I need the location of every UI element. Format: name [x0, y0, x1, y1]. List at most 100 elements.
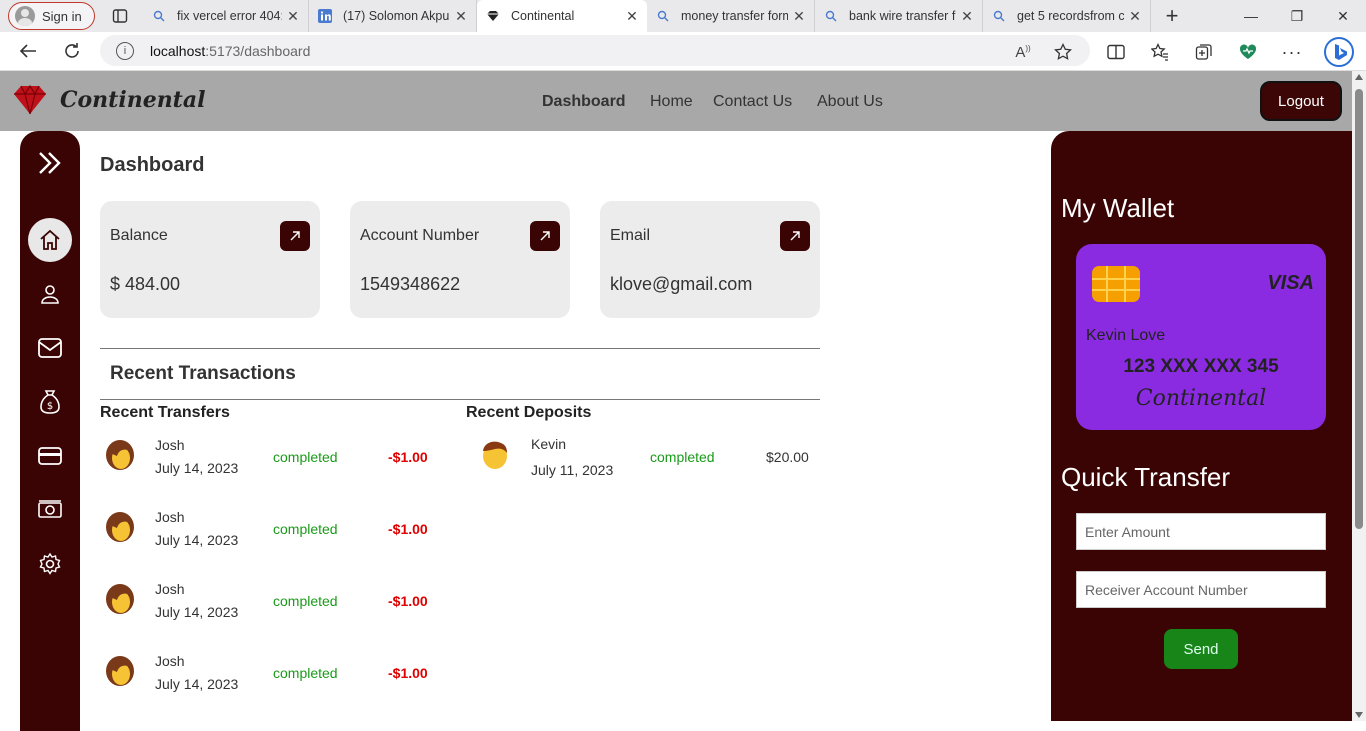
divider — [100, 348, 820, 349]
deposit-name: Kevin — [531, 436, 567, 452]
tab-title: bank wire transfer f — [849, 9, 956, 23]
search-icon — [991, 8, 1007, 24]
wallet-panel: My Wallet VISA Kevin Love 123 XXX XXX 34… — [1051, 131, 1352, 721]
read-aloud-icon[interactable]: A)) — [1008, 37, 1038, 67]
nav-dashboard[interactable]: Dashboard — [542, 93, 626, 111]
tab-3[interactable]: money transfer form ✕ — [647, 0, 815, 32]
card-chip-icon — [1092, 266, 1140, 302]
tab-close-icon[interactable]: ✕ — [792, 8, 806, 25]
amount-input[interactable] — [1076, 513, 1326, 550]
browser-tab-bar: Sign in fix vercel error 404: ✕ (17) Sol… — [0, 0, 1366, 32]
back-icon[interactable] — [11, 34, 45, 68]
search-icon — [151, 8, 167, 24]
scroll-down-icon[interactable] — [1355, 712, 1363, 718]
tab-4[interactable]: bank wire transfer f ✕ — [815, 0, 983, 32]
money-bag-icon[interactable]: $ — [28, 380, 72, 424]
url-field[interactable]: i localhost:5173/dashboard — [100, 35, 1090, 66]
tab-actions-icon[interactable] — [107, 3, 133, 29]
bing-copilot-icon[interactable] — [1322, 35, 1356, 69]
divider — [100, 399, 820, 400]
transfer-row[interactable]: Josh July 14, 2023 completed -$1.00 — [105, 509, 445, 569]
scrollbar-thumb[interactable] — [1355, 89, 1363, 529]
logout-button[interactable]: Logout — [1260, 81, 1342, 121]
profile-avatar-icon — [15, 6, 35, 26]
minimize-icon[interactable]: — — [1228, 0, 1274, 32]
url-path: :5173/dashboard — [205, 42, 311, 59]
nav-about-us[interactable]: About Us — [817, 93, 883, 111]
credit-card-icon[interactable] — [28, 434, 72, 478]
brand-name: Continental — [60, 87, 206, 113]
card-holder: Kevin Love — [1086, 327, 1166, 344]
transfer-amount: -$1.00 — [388, 593, 428, 609]
transfer-name: Josh — [155, 509, 185, 525]
tab-close-icon[interactable]: ✕ — [960, 8, 974, 25]
open-arrow-icon[interactable] — [780, 221, 810, 251]
transfer-status: completed — [273, 665, 338, 681]
open-arrow-icon[interactable] — [530, 221, 560, 251]
tab-2-active[interactable]: Continental ✕ — [477, 0, 647, 32]
page-scrollbar[interactable] — [1352, 71, 1366, 721]
tab-close-icon[interactable]: ✕ — [454, 8, 468, 25]
nav-home[interactable]: Home — [650, 93, 693, 111]
favorites-icon[interactable] — [1145, 37, 1175, 67]
app-header: Continental Dashboard Home Contact Us Ab… — [0, 71, 1352, 131]
deposit-row[interactable]: Kevin July 11, 2023 completed $20.00 — [481, 436, 821, 496]
settings-gear-icon[interactable] — [28, 542, 72, 586]
man-avatar-icon — [483, 441, 507, 469]
nav-contact-us[interactable]: Contact Us — [713, 93, 792, 111]
woman-avatar-icon — [106, 440, 134, 470]
favorite-star-icon[interactable] — [1048, 37, 1078, 67]
tab-0[interactable]: fix vercel error 404: ✕ — [143, 0, 309, 32]
signin-button[interactable]: Sign in — [8, 2, 95, 30]
tab-close-icon[interactable]: ✕ — [625, 8, 639, 25]
card-value: $ 484.00 — [110, 274, 181, 294]
user-icon[interactable] — [28, 272, 72, 316]
split-screen-icon[interactable] — [1101, 37, 1131, 67]
transfer-date: July 14, 2023 — [155, 532, 239, 548]
recent-deposits-title: Recent Deposits — [466, 404, 592, 421]
transfer-amount: -$1.00 — [388, 665, 428, 681]
receiver-account-input[interactable] — [1076, 571, 1326, 608]
tab-5[interactable]: get 5 recordsfrom c ✕ — [983, 0, 1151, 32]
my-wallet-title: My Wallet — [1061, 193, 1175, 223]
card-value: 1549348622 — [360, 274, 461, 294]
browser-essentials-icon[interactable] — [1233, 37, 1263, 67]
tab-close-icon[interactable]: ✕ — [286, 8, 300, 25]
transfer-row[interactable]: Josh July 14, 2023 completed -$1.00 — [105, 437, 445, 497]
transfer-amount: -$1.00 — [388, 521, 428, 537]
card-label: Account Number — [360, 227, 480, 244]
tab-close-icon[interactable]: ✕ — [1128, 8, 1142, 25]
transfer-row[interactable]: Josh July 14, 2023 completed -$1.00 — [105, 581, 445, 641]
expand-sidebar-icon[interactable] — [28, 141, 72, 185]
transfer-status: completed — [273, 593, 338, 609]
transfer-name: Josh — [155, 581, 185, 597]
linkedin-icon — [317, 8, 333, 24]
restore-icon[interactable]: ❐ — [1274, 0, 1320, 32]
transfer-row[interactable]: Josh July 14, 2023 completed -$1.00 — [105, 653, 445, 713]
scroll-up-icon[interactable] — [1355, 74, 1363, 80]
more-menu-icon[interactable]: ··· — [1277, 37, 1307, 67]
tab-title: money transfer form — [681, 9, 788, 23]
close-window-icon[interactable]: ✕ — [1320, 0, 1366, 32]
refresh-icon[interactable] — [55, 34, 89, 68]
search-icon — [823, 8, 839, 24]
card-label: Email — [610, 227, 651, 244]
mail-icon[interactable] — [28, 326, 72, 370]
woman-avatar-icon — [106, 584, 134, 614]
transfer-status: completed — [273, 449, 338, 465]
new-tab-icon[interactable]: + — [1157, 1, 1187, 31]
transfer-date: July 14, 2023 — [155, 676, 239, 692]
site-info-icon[interactable]: i — [116, 41, 134, 60]
cash-icon[interactable] — [28, 488, 72, 532]
open-arrow-icon[interactable] — [280, 221, 310, 251]
search-icon — [655, 8, 671, 24]
send-button[interactable]: Send — [1164, 629, 1238, 669]
address-bar-row: i localhost:5173/dashboard A)) ··· — [0, 32, 1366, 71]
recent-transfers-title: Recent Transfers — [100, 404, 230, 421]
home-icon[interactable] — [28, 218, 72, 262]
transfer-status: completed — [273, 521, 338, 537]
tab-1[interactable]: (17) Solomon Akpu ✕ — [309, 0, 477, 32]
woman-avatar-icon — [106, 656, 134, 686]
collections-icon[interactable] — [1189, 37, 1219, 67]
transfer-name: Josh — [155, 653, 185, 669]
